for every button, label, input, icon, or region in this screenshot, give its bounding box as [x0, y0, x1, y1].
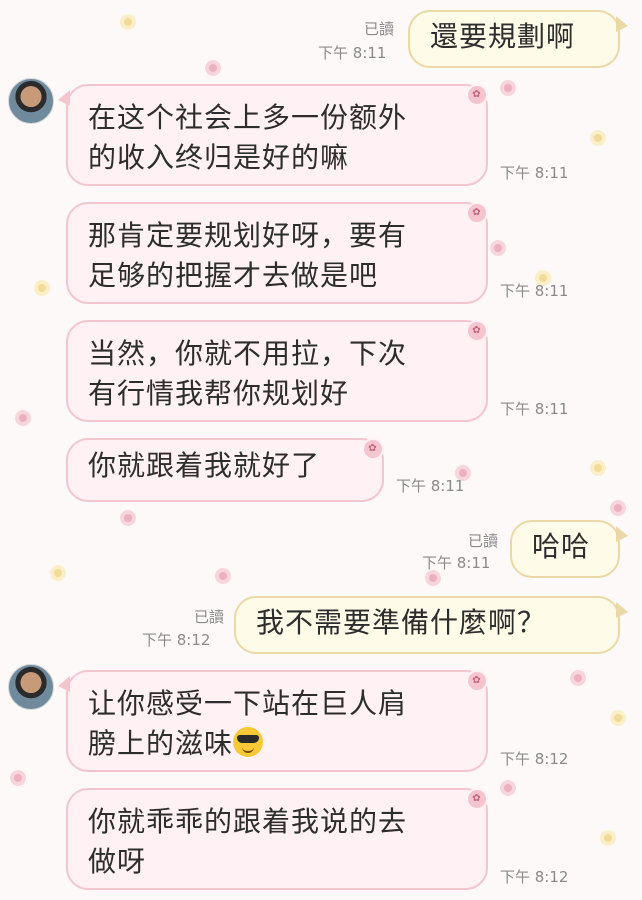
message-text-line: 的收入终归是好的嘛 [88, 141, 350, 174]
message-timestamp: 下午 8:12 [500, 750, 569, 768]
flower-decoration [560, 660, 596, 696]
message-text: 還要規劃啊 [430, 20, 576, 53]
message-text-line: 做呀 [88, 845, 147, 878]
flower-decoration [490, 770, 526, 806]
flower-badge-icon: ✿ [466, 202, 488, 224]
bubble-tail [58, 90, 70, 106]
flower-badge-icon: ✿ [466, 84, 488, 106]
bubble-tail [58, 676, 70, 692]
flower-badge-icon: ✿ [466, 788, 488, 810]
message-text-line: 让你感受一下站在巨人肩 [88, 687, 408, 720]
outgoing-message-bubble[interactable]: 還要規劃啊 [408, 10, 628, 68]
read-receipt: 已讀 [467, 532, 498, 550]
flower-decoration [490, 70, 526, 106]
bubble-tail [616, 602, 628, 618]
bubble-tail [616, 526, 628, 542]
flower-decoration [24, 270, 60, 306]
flower-decoration [205, 558, 241, 594]
message-text-line: 有行情我帮你规划好 [88, 377, 350, 410]
message-timestamp: 下午 8:11 [396, 477, 465, 495]
message-text-line: 你就乖乖的跟着我说的去 [88, 805, 408, 838]
incoming-message-bubble[interactable]: ✿ 在这个社会上多一份额外 的收入终归是好的嘛 [58, 84, 488, 186]
message-text-line: 那肯定要规划好呀，要有 [88, 219, 408, 252]
incoming-message-bubble[interactable]: ✿ 你就乖乖的跟着我说的去 做呀 [66, 788, 488, 890]
message-timestamp: 下午 8:12 [142, 631, 211, 649]
incoming-message-bubble[interactable]: ✿ 当然，你就不用拉，下次 有行情我帮你规划好 [66, 320, 488, 422]
flower-decoration [5, 400, 41, 436]
bubble-tail [616, 16, 628, 32]
message-text: 哈哈 [532, 530, 591, 563]
incoming-message-bubble[interactable]: ✿ 你就跟着我就好了 [66, 438, 384, 502]
contact-avatar[interactable] [8, 664, 54, 710]
read-receipt: 已讀 [363, 20, 394, 38]
flower-decoration [580, 120, 616, 156]
incoming-message-bubble[interactable]: ✿ 让你感受一下站在巨人肩 膀上的滋味 [58, 670, 488, 772]
message-timestamp: 下午 8:11 [500, 164, 569, 182]
message-text-line: 足够的把握才去做是吧 [88, 259, 379, 292]
smiling-face-with-sunglasses-icon [233, 727, 264, 757]
incoming-message-bubble[interactable]: ✿ 那肯定要规划好呀，要有 足够的把握才去做是吧 [66, 202, 488, 304]
message-text-line: 当然，你就不用拉，下次 [88, 337, 408, 370]
message-text-line: 在这个社会上多一份额外 [88, 101, 408, 134]
read-receipt: 已讀 [193, 608, 224, 626]
contact-avatar[interactable] [8, 78, 54, 124]
outgoing-message-bubble[interactable]: 我不需要準備什麼啊？ [234, 596, 628, 654]
flower-badge-icon: ✿ [466, 320, 488, 342]
message-text: 你就跟着我就好了 [88, 449, 321, 482]
message-text-line: 膀上的滋味 [88, 727, 234, 760]
message-timestamp: 下午 8:11 [500, 400, 569, 418]
flower-badge-icon: ✿ [466, 670, 488, 692]
flower-decoration [195, 50, 231, 86]
flower-decoration [600, 700, 636, 736]
outgoing-message-bubble[interactable]: 哈哈 [510, 520, 628, 578]
message-timestamp: 下午 8:12 [500, 868, 569, 886]
flower-decoration [110, 500, 146, 536]
message-timestamp: 下午 8:11 [318, 44, 387, 62]
flower-badge-icon: ✿ [362, 438, 384, 460]
message-timestamp: 下午 8:11 [422, 554, 491, 572]
flower-decoration [590, 820, 626, 856]
flower-decoration [110, 4, 146, 40]
flower-decoration [40, 555, 76, 591]
flower-decoration [0, 760, 36, 796]
message-text: 我不需要準備什麼啊？ [256, 606, 547, 639]
message-timestamp: 下午 8:11 [500, 282, 569, 300]
flower-decoration [580, 450, 616, 486]
